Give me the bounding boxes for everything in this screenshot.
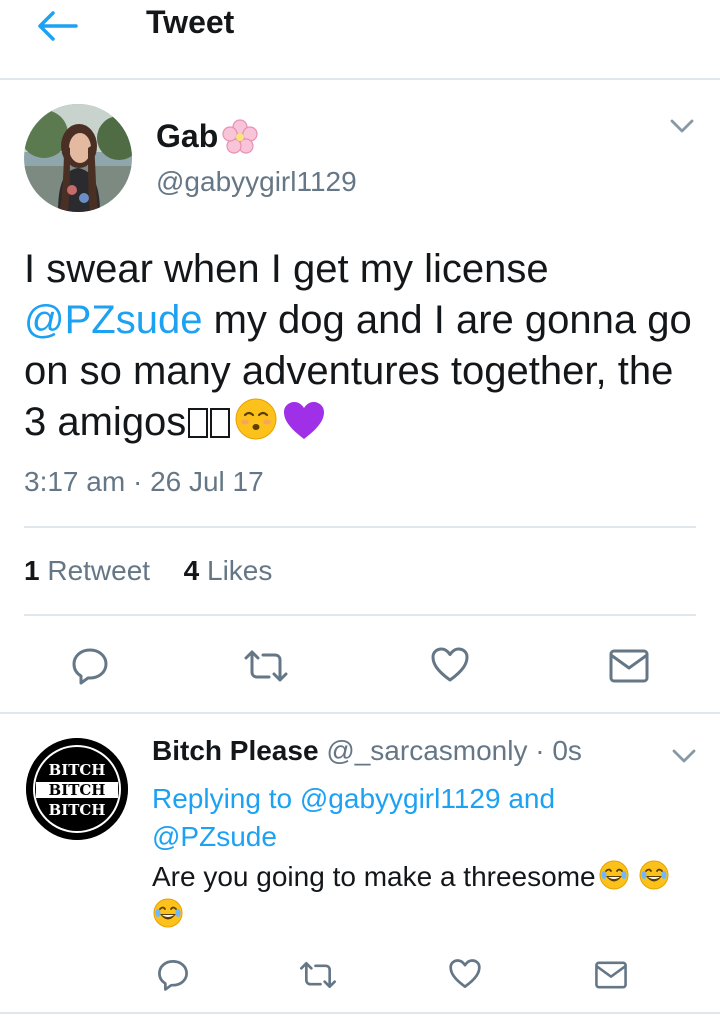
reply-share-button[interactable] [594,960,628,995]
separator-dot: · [527,735,552,766]
envelope-icon [595,961,627,989]
replying-prefix: Replying to [152,783,300,814]
avatar-text: BITCH [49,761,106,779]
laughing-tears-emoji-icon [639,860,669,890]
avatar-text: BITCH [49,781,106,799]
separator-dot-text: · [535,735,545,766]
divider [0,1012,720,1014]
author-name-text: Gab [156,118,219,154]
reply-time: 0s [552,735,582,766]
arrow-left-icon [38,11,78,41]
replying-mention-link[interactable]: @gabyygirl1129 [300,783,501,814]
laughing-tears-emoji-icon [599,860,629,890]
replying-and: and [500,783,556,814]
tweet-stats: 1 Retweet 4 Likes [24,555,272,587]
mention-link[interactable]: @PZsude [24,298,202,342]
reply-reply-button[interactable] [156,958,190,997]
missing-glyph-icon [210,408,231,438]
tweet-text: I swear when I get my license @PZsude my… [24,244,700,448]
like-button[interactable] [430,646,470,689]
tweet-timestamp: 3:17 am · 26 Jul 17 [24,466,264,498]
avatar[interactable] [24,104,132,212]
reply-options-button[interactable] [670,746,698,771]
reply-author-handle[interactable]: @_sarcasmonly [326,735,527,766]
laughing-tears-emoji-icon [153,898,183,928]
retweet-icon [300,962,336,988]
reply-text: Are you going to make a threesome [152,858,700,934]
tweet-text-part: I swear when I get my license [24,247,549,291]
reply-avatar[interactable]: BITCH BITCH BITCH [26,738,128,840]
tweet-options-button[interactable] [668,116,696,141]
author-name[interactable]: Gab [156,118,258,155]
tweet-date: 26 Jul 17 [150,466,264,497]
reply-icon [72,648,108,685]
author-handle[interactable]: @gabyygirl1129 [156,166,357,198]
separator-dot: · [132,466,143,497]
cherry-blossom-icon [222,118,258,154]
like-label: Likes [207,555,273,586]
kissing-face-emoji-icon [235,398,277,440]
reply-button[interactable] [70,646,110,691]
retweet-button[interactable] [242,648,290,689]
reply-header: Bitch Please @_sarcasmonly · 0s [152,735,582,767]
share-button[interactable] [608,648,650,689]
retweet-icon [244,650,288,682]
like-count: 4 [183,555,200,586]
avatar-text: BITCH [49,801,106,819]
reply-text-body: Are you going to make a threesome [152,861,596,892]
missing-glyph-icon [188,408,209,438]
divider [0,712,720,714]
divider [24,526,696,528]
page-title: Tweet [146,4,235,40]
heart-icon [449,959,481,988]
reply-like-button[interactable] [448,958,482,995]
back-button[interactable] [36,10,80,42]
top-bar: Tweet [0,0,720,80]
chevron-down-icon [672,749,696,763]
tweet-time: 3:17 am [24,466,126,497]
retweet-label: Retweet [47,555,151,586]
heart-icon [431,647,469,682]
replying-to: Replying to @gabyygirl1129 and @PZsude [152,780,632,856]
retweet-count: 1 [24,555,40,586]
reply-profile-photo: BITCH BITCH BITCH [26,738,128,840]
reply-retweet-button[interactable] [298,960,338,995]
profile-photo [24,104,132,212]
reply-icon [158,960,188,991]
retweet-count-link[interactable]: 1 Retweet [24,555,150,586]
like-count-link[interactable]: 4 Likes [184,555,273,586]
chevron-down-icon [670,119,694,133]
replying-mention-link[interactable]: @PZsude [152,821,277,852]
divider [24,614,696,616]
reply-author-name[interactable]: Bitch Please [152,735,319,766]
purple-heart-icon [284,402,325,439]
envelope-icon [609,649,649,683]
